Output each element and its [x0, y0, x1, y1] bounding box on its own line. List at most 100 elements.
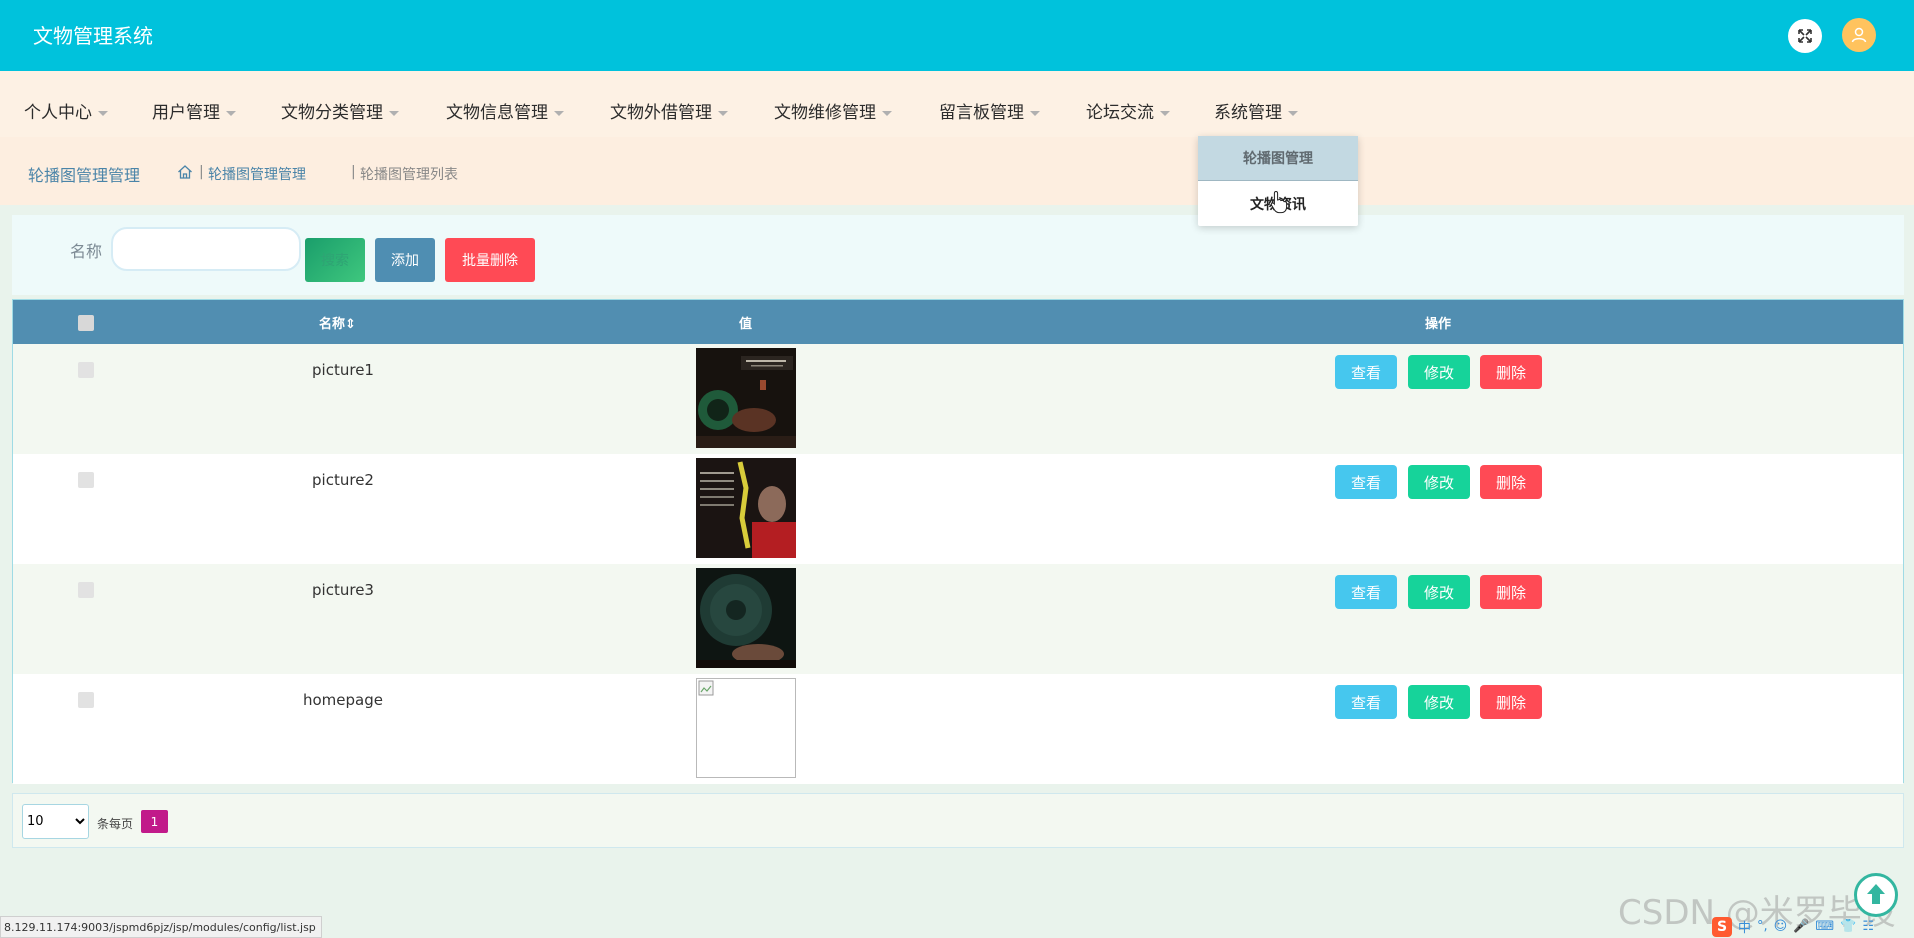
nav-item-label: 文物信息管理 — [446, 103, 548, 123]
caret-down-icon — [1160, 110, 1170, 116]
nav-item-message-board[interactable]: 留言板管理 — [939, 102, 1040, 124]
edit-button[interactable]: 修改 — [1408, 575, 1470, 609]
nav-item-repair-management[interactable]: 文物维修管理 — [774, 102, 892, 124]
row-name: picture1 — [312, 361, 374, 379]
arrow-up-icon — [1867, 884, 1885, 904]
search-bar: 名称 搜索 添加 批量删除 — [12, 215, 1904, 295]
edit-button[interactable]: 修改 — [1408, 465, 1470, 499]
status-bar-url: 8.129.11.174:9003/jspmd6pjz/jsp/modules/… — [0, 916, 322, 938]
table-row: homepage 查看 修改 删除 — [13, 674, 1903, 784]
table-row: picture3 查看 修改 删除 — [13, 564, 1903, 674]
top-header: 文物管理系统 — [0, 0, 1914, 71]
nav-item-label: 文物外借管理 — [610, 103, 712, 123]
row-thumbnail-image — [696, 458, 796, 558]
view-button[interactable]: 查看 — [1335, 685, 1397, 719]
row-checkbox[interactable] — [78, 692, 94, 708]
ime-item[interactable]: 👕 — [1840, 919, 1856, 934]
edit-button[interactable]: 修改 — [1408, 355, 1470, 389]
user-avatar-button[interactable] — [1842, 18, 1876, 52]
page-number-button[interactable]: 1 — [141, 810, 168, 833]
back-to-top-button[interactable] — [1854, 873, 1898, 917]
search-button[interactable]: 搜索 — [305, 238, 365, 282]
search-label: 名称 — [70, 242, 103, 261]
row-checkbox[interactable] — [78, 362, 94, 378]
ime-toolbar: S 中 °, ☺ 🎤 ⌨ 👕 ☷ — [1712, 915, 1912, 938]
column-header-value: 值 — [739, 317, 753, 332]
broken-image-icon — [696, 678, 796, 778]
nav-item-label: 论坛交流 — [1086, 103, 1154, 123]
page-size-select[interactable]: 10 — [22, 804, 89, 839]
carousel-table: 名称⇕ 值 操作 picture1 查看 修改 删除 picture2 查看 修… — [12, 299, 1904, 784]
nav-item-system-management[interactable]: 系统管理 — [1214, 102, 1298, 124]
nav-item-category-management[interactable]: 文物分类管理 — [281, 102, 399, 124]
nav-item-personal-center[interactable]: 个人中心 — [24, 102, 108, 124]
ime-item[interactable]: °, — [1757, 919, 1768, 934]
nav-item-user-management[interactable]: 用户管理 — [152, 102, 236, 124]
view-button[interactable]: 查看 — [1335, 355, 1397, 389]
nav-item-relic-info-management[interactable]: 文物信息管理 — [446, 102, 564, 124]
ime-item[interactable]: 🎤 — [1793, 919, 1809, 934]
ime-item[interactable]: 中 — [1738, 917, 1751, 936]
ime-item[interactable]: ☷ — [1862, 919, 1874, 934]
caret-down-icon — [882, 110, 892, 116]
caret-down-icon — [554, 110, 564, 116]
nav-item-label: 文物维修管理 — [774, 103, 876, 123]
breadcrumb-current: 轮播图管理列表 — [360, 167, 458, 183]
batch-delete-button[interactable]: 批量删除 — [445, 238, 535, 282]
add-button[interactable]: 添加 — [375, 238, 435, 282]
page-title: 轮播图管理管理 — [28, 166, 141, 185]
ime-logo[interactable]: S — [1712, 916, 1732, 937]
column-header-actions: 操作 — [1425, 317, 1452, 332]
hand-cursor-icon — [1270, 190, 1288, 214]
row-thumbnail-image — [696, 348, 796, 448]
select-all-checkbox[interactable] — [78, 315, 94, 331]
breadcrumb-separator: | — [199, 164, 204, 180]
row-name: homepage — [303, 691, 383, 709]
nav-item-label: 留言板管理 — [939, 103, 1024, 123]
column-header-name[interactable]: 名称⇕ — [319, 313, 356, 332]
breadcrumb-link[interactable]: 轮播图管理管理 — [208, 164, 306, 184]
dropdown-item-carousel-management[interactable]: 轮播图管理 — [1198, 136, 1358, 181]
delete-button[interactable]: 删除 — [1480, 465, 1542, 499]
caret-down-icon — [718, 110, 728, 116]
caret-down-icon — [226, 110, 236, 116]
row-checkbox[interactable] — [78, 472, 94, 488]
per-page-label: 条每页 — [97, 817, 134, 831]
breadcrumb-separator: | — [351, 164, 356, 180]
table-header: 名称⇕ 值 操作 — [13, 300, 1903, 344]
ime-item[interactable]: ⌨ — [1815, 919, 1834, 934]
main-nav: 个人中心 用户管理 文物分类管理 文物信息管理 文物外借管理 文物维修管理 留言… — [0, 71, 1914, 137]
nav-item-forum[interactable]: 论坛交流 — [1086, 102, 1170, 124]
nav-item-loan-management[interactable]: 文物外借管理 — [610, 102, 728, 124]
nav-item-label: 个人中心 — [24, 103, 92, 123]
caret-down-icon — [98, 110, 108, 116]
pagination: 10 条每页 1 — [12, 793, 1904, 848]
user-avatar-icon — [1851, 27, 1867, 43]
search-name-input[interactable] — [111, 227, 301, 271]
edit-button[interactable]: 修改 — [1408, 685, 1470, 719]
view-button[interactable]: 查看 — [1335, 465, 1397, 499]
nav-item-label: 文物分类管理 — [281, 103, 383, 123]
fullscreen-icon — [1798, 29, 1812, 43]
sort-icon: ⇕ — [345, 317, 356, 332]
ime-item[interactable]: ☺ — [1774, 919, 1788, 934]
home-icon[interactable] — [177, 164, 193, 180]
row-name: picture2 — [312, 471, 374, 489]
table-row: picture2 查看 修改 删除 — [13, 454, 1903, 564]
nav-item-label: 系统管理 — [1214, 103, 1282, 123]
view-button[interactable]: 查看 — [1335, 575, 1397, 609]
delete-button[interactable]: 删除 — [1480, 575, 1542, 609]
row-checkbox[interactable] — [78, 582, 94, 598]
breadcrumb-bar: 轮播图管理管理 | 轮播图管理管理 | 轮播图管理列表 — [0, 137, 1914, 205]
table-row: picture1 查看 修改 删除 — [13, 344, 1903, 454]
row-name: picture3 — [312, 581, 374, 599]
row-thumbnail-image — [696, 568, 796, 668]
fullscreen-button[interactable] — [1788, 19, 1822, 53]
caret-down-icon — [389, 110, 399, 116]
app-title: 文物管理系统 — [33, 24, 153, 48]
delete-button[interactable]: 删除 — [1480, 355, 1542, 389]
nav-item-label: 用户管理 — [152, 103, 220, 123]
delete-button[interactable]: 删除 — [1480, 685, 1542, 719]
caret-down-icon — [1288, 110, 1298, 116]
caret-down-icon — [1030, 110, 1040, 116]
